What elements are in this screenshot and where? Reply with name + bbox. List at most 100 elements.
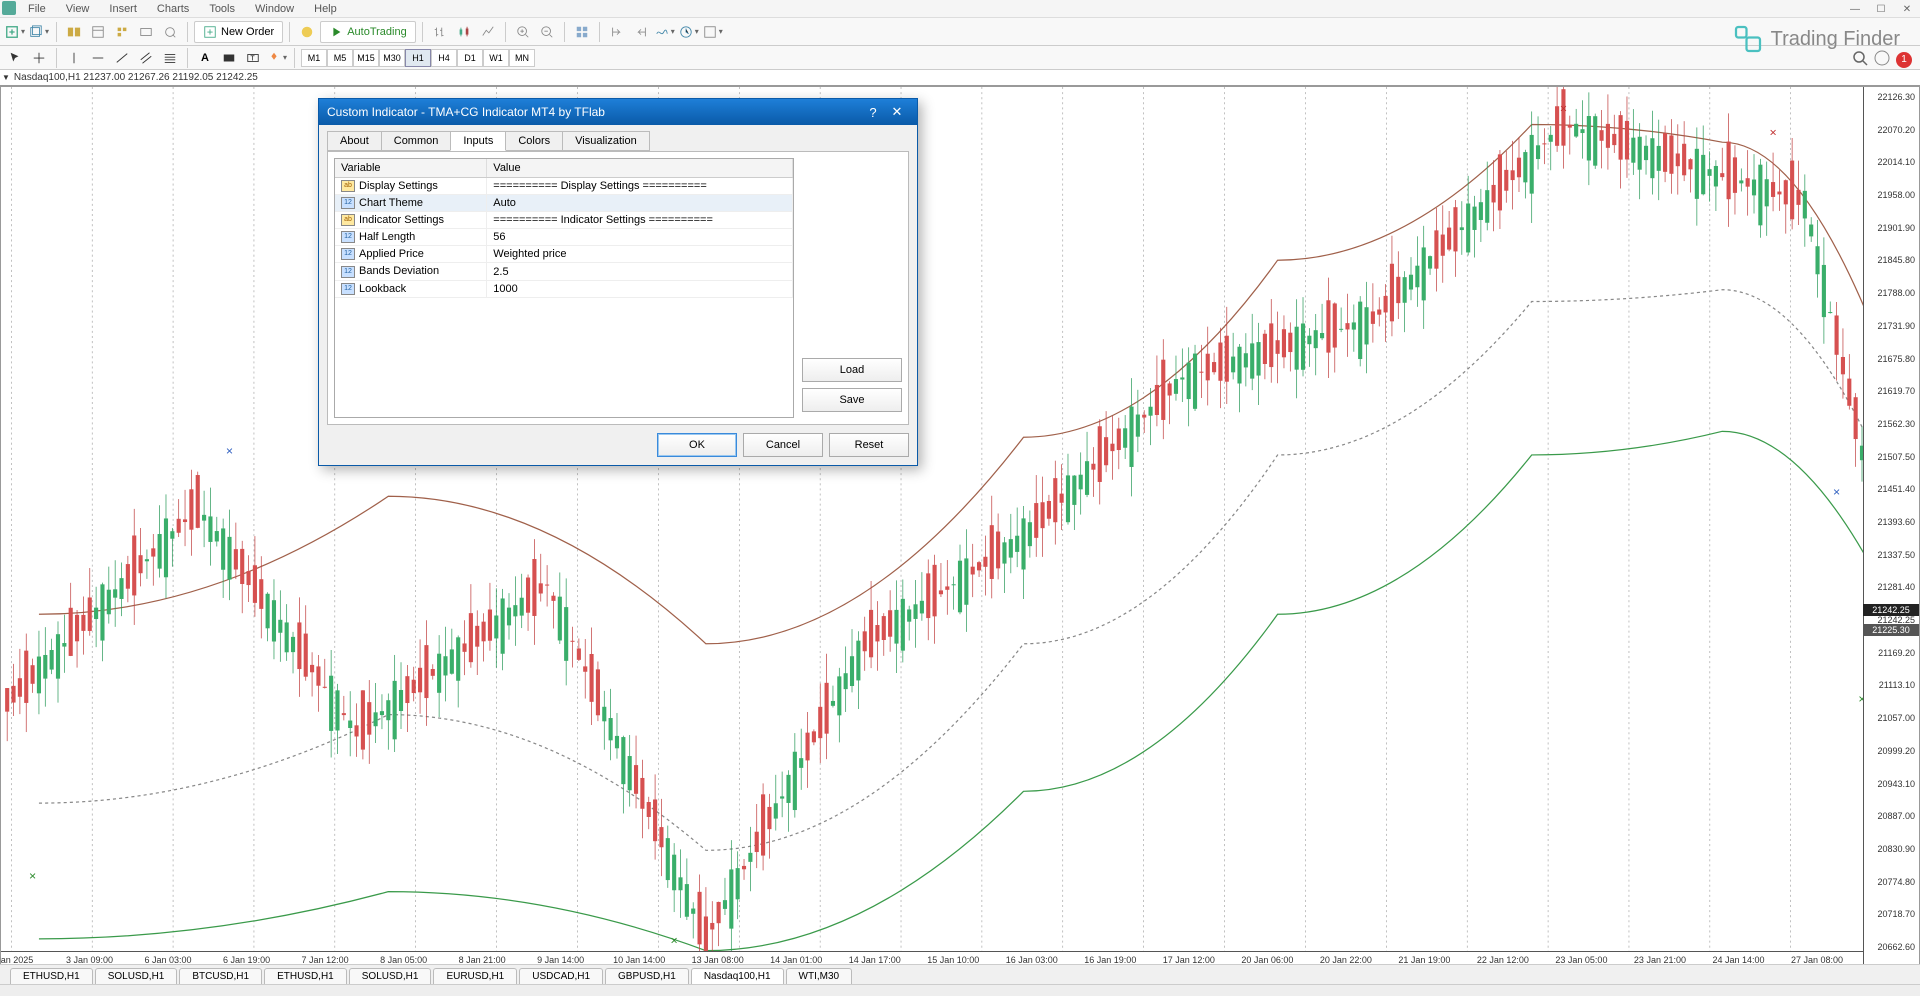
channel-tool[interactable] — [135, 47, 157, 69]
price-label: 21675.80 — [1877, 354, 1915, 364]
close-button[interactable]: ✕ — [1894, 0, 1920, 18]
ok-button[interactable]: OK — [657, 433, 737, 457]
timeframe-m5[interactable]: M5 — [327, 49, 353, 67]
input-row[interactable]: 12Lookback1000 — [335, 280, 793, 297]
notification-badge[interactable]: 1 — [1896, 52, 1912, 68]
vline-tool[interactable] — [63, 47, 85, 69]
minimize-button[interactable]: — — [1842, 0, 1868, 18]
menu-help[interactable]: Help — [304, 2, 347, 16]
autoscroll-button[interactable] — [630, 21, 652, 43]
input-row[interactable]: 12Applied PriceWeighted price — [335, 246, 793, 263]
alert-badge[interactable] — [1874, 50, 1890, 69]
dialog-tab-about[interactable]: About — [327, 131, 382, 151]
metaquotes-button[interactable] — [296, 21, 318, 43]
input-row[interactable]: 12Chart ThemeAuto — [335, 195, 793, 212]
input-row[interactable]: 12Bands Deviation2.5 — [335, 263, 793, 280]
input-row[interactable]: 12Half Length56 — [335, 229, 793, 246]
timeframe-d1[interactable]: D1 — [457, 49, 483, 67]
candle-chart-button[interactable] — [453, 21, 475, 43]
new-chart-button[interactable] — [4, 21, 26, 43]
maximize-button[interactable]: ☐ — [1868, 0, 1894, 18]
navigator-button[interactable] — [111, 21, 133, 43]
timeframe-h1[interactable]: H1 — [405, 49, 431, 67]
reset-button[interactable]: Reset — [829, 433, 909, 457]
timeframe-w1[interactable]: W1 — [483, 49, 509, 67]
chart-tab[interactable]: GBPUSD,H1 — [605, 968, 689, 984]
line-chart-button[interactable] — [477, 21, 499, 43]
zoom-in-button[interactable] — [512, 21, 534, 43]
price-label: 21901.90 — [1877, 223, 1915, 233]
tile-windows-button[interactable] — [571, 21, 593, 43]
cursor-tool[interactable] — [4, 47, 26, 69]
dialog-tab-common[interactable]: Common — [381, 131, 452, 151]
load-button[interactable]: Load — [802, 358, 902, 382]
chart-tab[interactable]: ETHUSD,H1 — [10, 968, 93, 984]
chart-ohlc: 21237.00 21267.26 21192.05 21242.25 — [83, 72, 257, 83]
price-label: 21845.80 — [1877, 255, 1915, 265]
chart-tab[interactable]: BTCUSD,H1 — [179, 968, 262, 984]
timeframe-h4[interactable]: H4 — [431, 49, 457, 67]
new-order-button[interactable]: New Order — [194, 21, 283, 43]
menu-window[interactable]: Window — [245, 2, 304, 16]
menu-insert[interactable]: Insert — [99, 2, 147, 16]
chart-tab[interactable]: SOLUSD,H1 — [95, 968, 178, 984]
chart-tab[interactable]: USDCAD,H1 — [519, 968, 603, 984]
fibo-tool[interactable] — [159, 47, 181, 69]
dialog-tab-inputs[interactable]: Inputs — [450, 131, 506, 151]
chart-area[interactable]: ××××××× 22126.3022070.2022014.1021958.00… — [0, 86, 1920, 968]
hline-tool[interactable] — [87, 47, 109, 69]
shift-button[interactable] — [606, 21, 628, 43]
data-window-button[interactable] — [87, 21, 109, 43]
textlabel-tool[interactable]: T — [242, 47, 264, 69]
timeframe-mn[interactable]: MN — [509, 49, 535, 67]
dialog-tab-visualization[interactable]: Visualization — [562, 131, 650, 151]
chart-tabs: ETHUSD,H1SOLUSD,H1BTCUSD,H1ETHUSD,H1SOLU… — [0, 964, 1920, 984]
chart-tab[interactable]: Nasdaq100,H1 — [691, 968, 784, 984]
dialog-close-button[interactable]: ✕ — [885, 104, 909, 120]
zoom-out-button[interactable] — [536, 21, 558, 43]
price-label: 21731.90 — [1877, 321, 1915, 331]
strategy-tester-button[interactable] — [159, 21, 181, 43]
chart-tab[interactable]: ETHUSD,H1 — [264, 968, 347, 984]
autotrading-button[interactable]: AutoTrading — [320, 21, 416, 43]
menu-file[interactable]: File — [18, 2, 56, 16]
status-bar — [0, 984, 1920, 996]
indicator-dialog: Custom Indicator - TMA+CG Indicator MT4 … — [318, 98, 918, 466]
terminal-button[interactable] — [135, 21, 157, 43]
chart-tab[interactable]: WTI,M30 — [786, 968, 853, 984]
timeframe-m15[interactable]: M15 — [353, 49, 379, 67]
label-tool[interactable] — [218, 47, 240, 69]
shapes-tool[interactable] — [266, 47, 288, 69]
templates-button[interactable] — [702, 21, 724, 43]
chart-tab[interactable]: EURUSD,H1 — [433, 968, 517, 984]
input-row[interactable]: abDisplay Settings========== Display Set… — [335, 178, 793, 195]
search-icon[interactable] — [1852, 50, 1868, 69]
menu-view[interactable]: View — [56, 2, 100, 16]
price-label: 22126.30 — [1877, 92, 1915, 102]
chart-tab[interactable]: SOLUSD,H1 — [349, 968, 432, 984]
col-variable[interactable]: Variable — [335, 159, 487, 178]
text-tool[interactable]: A — [194, 47, 216, 69]
dialog-help-button[interactable]: ? — [861, 105, 885, 120]
inputs-grid[interactable]: Variable Value abDisplay Settings=======… — [334, 158, 794, 418]
input-row[interactable]: abIndicator Settings========== Indicator… — [335, 212, 793, 229]
dialog-tab-colors[interactable]: Colors — [505, 131, 563, 151]
dialog-titlebar[interactable]: Custom Indicator - TMA+CG Indicator MT4 … — [319, 99, 917, 125]
save-button[interactable]: Save — [802, 388, 902, 412]
menu-charts[interactable]: Charts — [147, 2, 199, 16]
col-value[interactable]: Value — [487, 159, 793, 178]
price-label: 22070.20 — [1877, 125, 1915, 135]
indicators-button[interactable] — [654, 21, 676, 43]
periods-button[interactable] — [678, 21, 700, 43]
price-label: 20999.20 — [1877, 746, 1915, 756]
trendline-tool[interactable] — [111, 47, 133, 69]
market-watch-button[interactable] — [63, 21, 85, 43]
cancel-button[interactable]: Cancel — [743, 433, 823, 457]
bar-chart-button[interactable] — [429, 21, 451, 43]
menu-tools[interactable]: Tools — [199, 2, 245, 16]
profiles-button[interactable] — [28, 21, 50, 43]
crosshair-tool[interactable] — [28, 47, 50, 69]
timeframe-m1[interactable]: M1 — [301, 49, 327, 67]
timeframe-m30[interactable]: M30 — [379, 49, 405, 67]
price-label: 21958.00 — [1877, 190, 1915, 200]
